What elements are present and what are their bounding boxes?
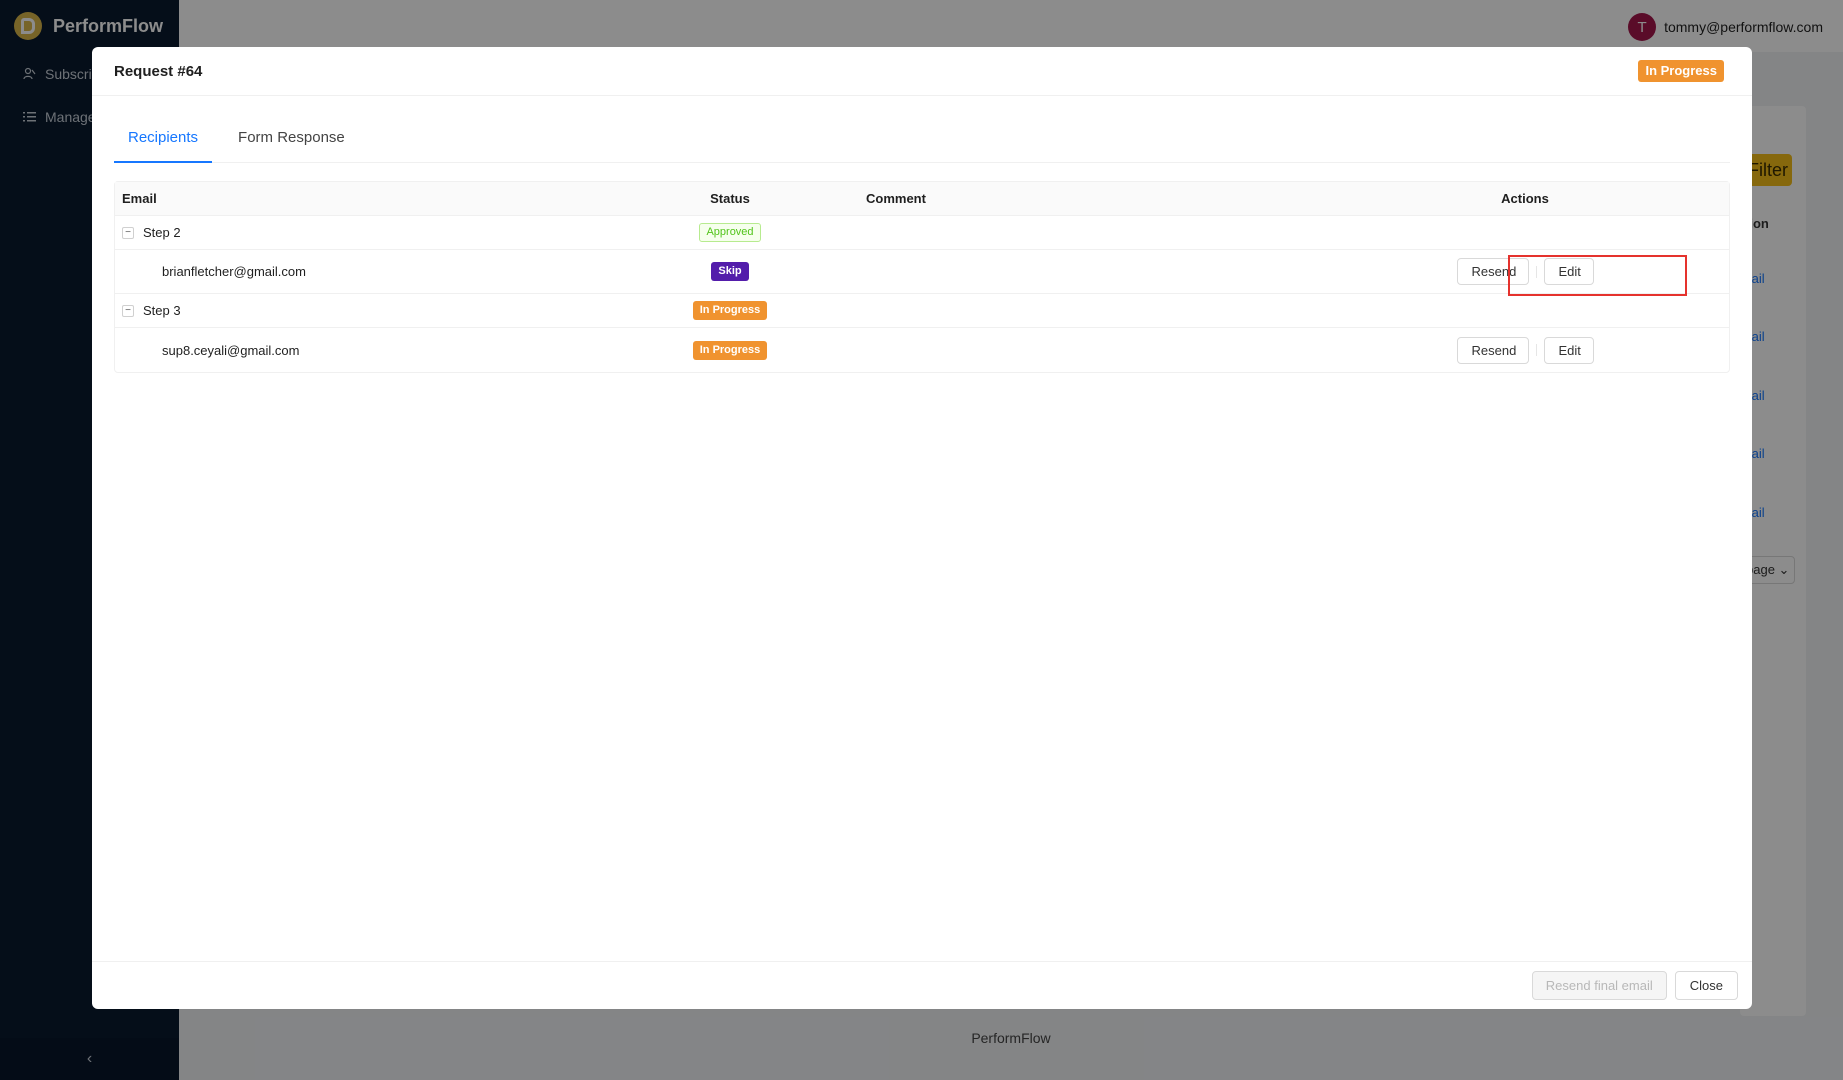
table-row: sup8.ceyali@gmail.com In Progress Resend… (115, 328, 1729, 372)
status-badge: Approved (699, 223, 761, 242)
column-header-email: Email (122, 191, 157, 206)
resend-button[interactable]: Resend (1456, 258, 1529, 285)
column-header-actions: Actions (1501, 191, 1549, 206)
modal-footer: Resend final email Close (92, 961, 1752, 1009)
column-header-comment: Comment (866, 191, 926, 206)
table-row-group: − Step 2 Approved (115, 216, 1729, 250)
actions-cell: Resend Edit (1420, 328, 1630, 372)
edit-button[interactable]: Edit (1543, 336, 1594, 364)
status-badge: In Progress (692, 301, 768, 320)
status-badge: In Progress (692, 340, 768, 360)
tab-bar: Recipients Form Response (114, 121, 1730, 163)
action-divider (1535, 344, 1537, 356)
status-cell: Approved (655, 216, 805, 249)
status-cell: In Progress (655, 328, 805, 372)
tab-recipients[interactable]: Recipients (114, 121, 213, 163)
close-button[interactable]: Close (1674, 971, 1738, 1000)
step-label: Step 3 (143, 303, 181, 318)
collapse-icon[interactable]: − (122, 226, 134, 239)
resend-final-email-button[interactable]: Resend final email (1531, 971, 1667, 1000)
email-cell: sup8.ceyali@gmail.com (162, 342, 300, 358)
group-cell: − Step 3 (122, 294, 181, 327)
edit-button[interactable]: Edit (1543, 258, 1594, 285)
tab-form-response[interactable]: Form Response (224, 121, 359, 163)
recipients-table: Email Status Comment Actions − Step 2 Ap… (114, 181, 1730, 373)
table-row: brianfletcher@gmail.com Skip Resend Edit (115, 250, 1729, 294)
group-cell: − Step 2 (122, 216, 181, 249)
actions-cell: Resend Edit (1420, 250, 1630, 293)
step-label: Step 2 (143, 225, 181, 240)
table-row-group: − Step 3 In Progress (115, 294, 1729, 328)
status-cell: In Progress (655, 294, 805, 327)
status-badge: In Progress (1638, 60, 1724, 82)
resend-button[interactable]: Resend (1456, 336, 1529, 364)
table-header-row: Email Status Comment Actions (115, 182, 1729, 216)
column-header-status: Status (710, 191, 750, 206)
action-divider (1535, 265, 1537, 278)
modal-title: Request #64 (114, 62, 203, 80)
modal-header: Request #64 In Progress (92, 47, 1752, 96)
status-cell: Skip (655, 250, 805, 293)
email-cell: brianfletcher@gmail.com (162, 264, 306, 279)
status-badge: Skip (711, 262, 749, 281)
request-modal: Request #64 In Progress Recipients Form … (92, 47, 1752, 1009)
collapse-icon[interactable]: − (122, 304, 134, 317)
